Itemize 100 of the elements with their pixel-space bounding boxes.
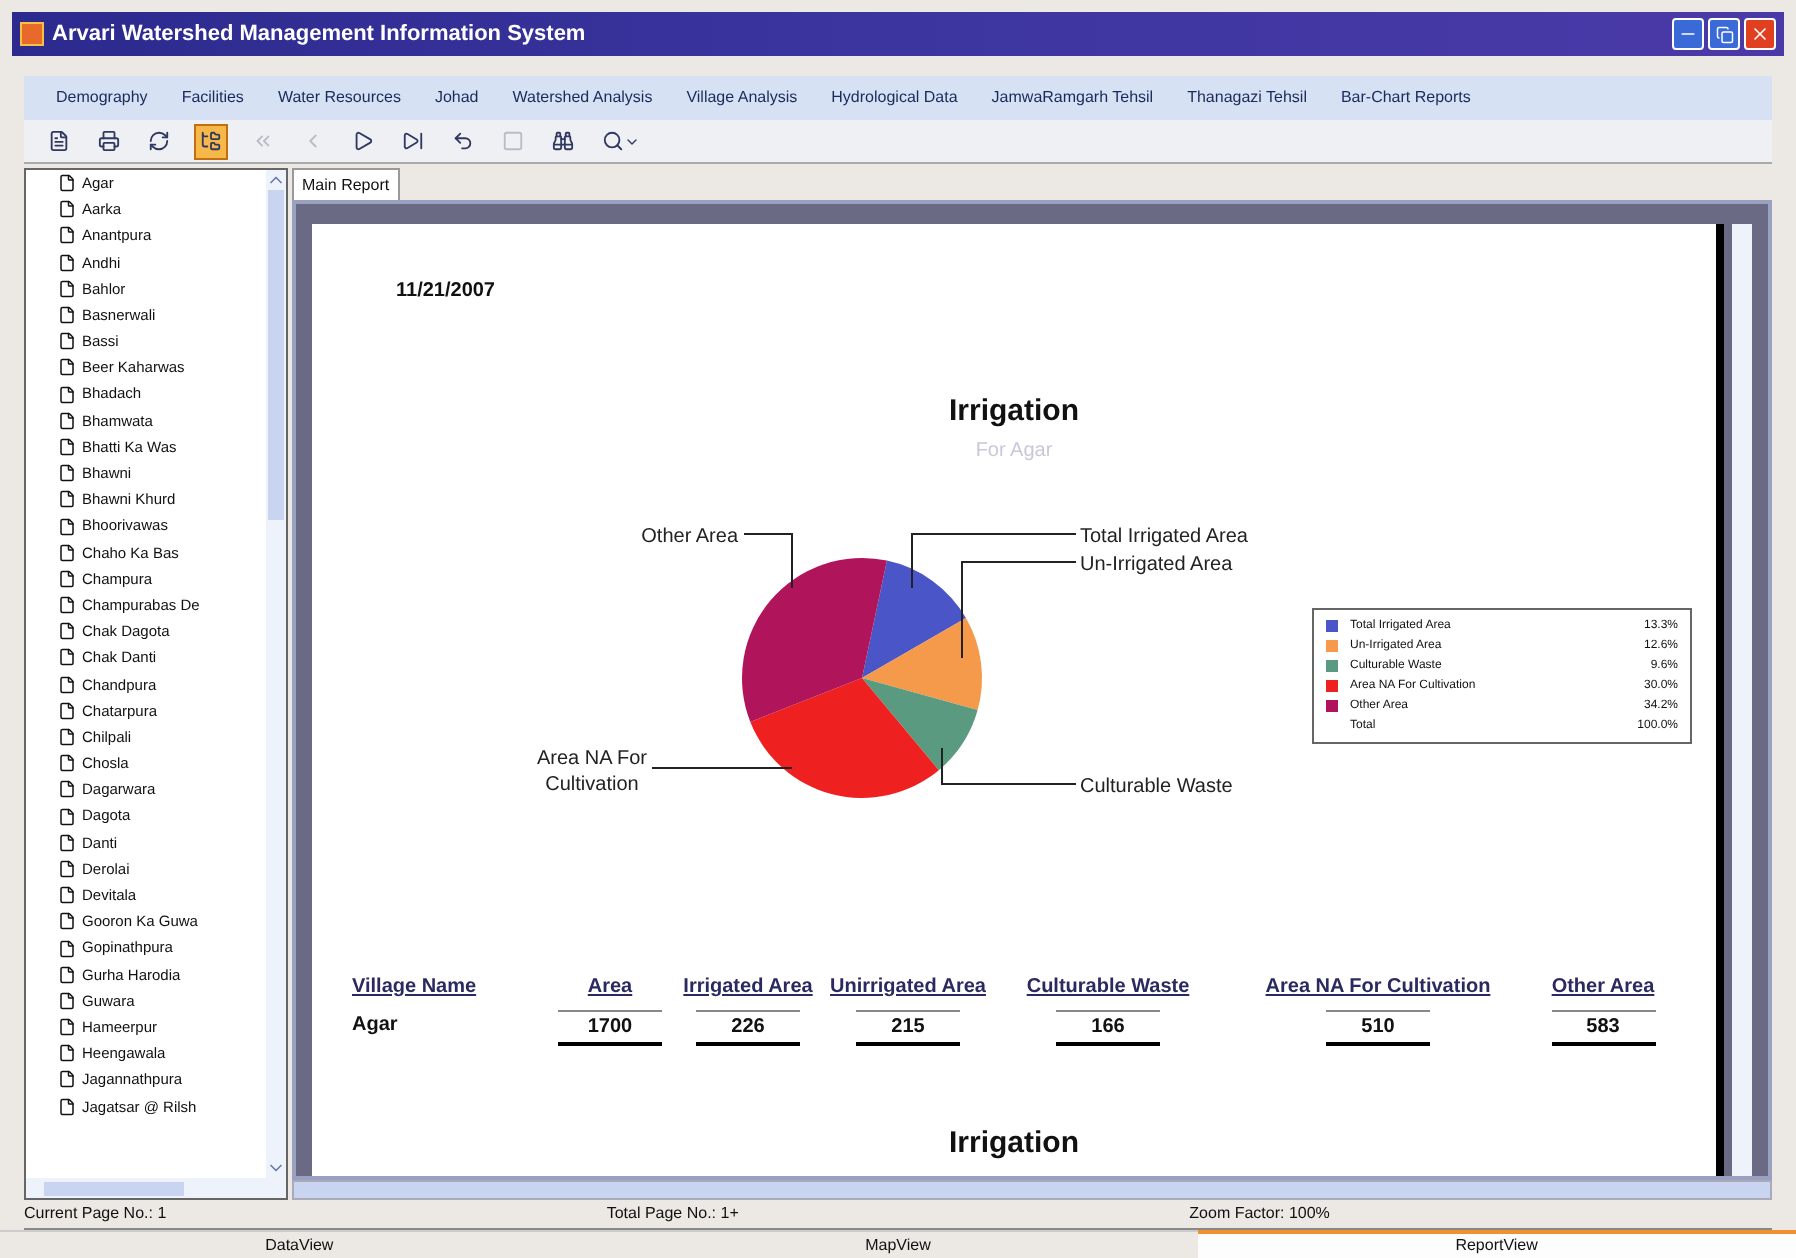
table-cell: 226	[696, 1009, 800, 1045]
column-header: Area NA For Cultivation	[1263, 973, 1493, 1001]
pie-label: Total Irrigated Area	[1080, 525, 1248, 547]
document-icon	[58, 939, 76, 958]
document-icon	[58, 728, 76, 747]
document-icon	[58, 912, 76, 931]
document-icon	[58, 411, 76, 430]
menu-item[interactable]: Hydrological Data	[831, 86, 958, 110]
column-header: Other Area	[1549, 973, 1657, 1001]
menu-item[interactable]: Village Analysis	[686, 86, 798, 110]
document-icon	[58, 1044, 76, 1063]
document-icon	[58, 385, 76, 404]
table-cell-text: Agar	[352, 1011, 398, 1039]
menu-item[interactable]: JamwaRamgarh Tehsil	[991, 86, 1154, 110]
table-cell: 583	[1551, 1009, 1655, 1045]
window-title: Arvari Watershed Management Information System	[52, 19, 586, 50]
leader-line	[743, 532, 793, 588]
next-chart-title: Irrigation	[948, 1123, 1079, 1163]
document-icon	[58, 464, 76, 483]
view-tab[interactable]: ReportView	[1197, 1230, 1796, 1258]
table-cell: 166	[1056, 1009, 1160, 1045]
document-icon	[58, 490, 76, 509]
menu-item[interactable]: Johad	[434, 86, 479, 110]
document-icon	[58, 1070, 76, 1089]
document-icon	[58, 174, 76, 193]
tree-icon	[200, 130, 222, 152]
document-icon	[58, 306, 76, 325]
first-page-icon	[252, 130, 274, 152]
back-icon	[452, 130, 474, 152]
close-button[interactable]	[1744, 18, 1776, 50]
menu-item[interactable]: Thanagazi Tehsil	[1187, 86, 1307, 110]
view-tab[interactable]: MapView	[598, 1230, 1198, 1258]
document-icon	[58, 596, 76, 615]
pie-label: Area NA For Cultivation	[536, 747, 648, 795]
menu-item[interactable]: Facilities	[181, 86, 244, 110]
document-icon	[58, 569, 76, 588]
app-icon	[20, 22, 44, 46]
report-tab[interactable]: Main Report	[292, 168, 400, 200]
document-icon	[58, 780, 76, 799]
document-icon	[58, 859, 76, 878]
document-icon	[58, 701, 76, 720]
document-icon	[58, 279, 76, 298]
document-icon	[58, 253, 76, 272]
tree-button[interactable]	[194, 123, 228, 159]
next-page-icon	[352, 130, 374, 152]
view-tab[interactable]: DataView	[0, 1230, 599, 1258]
document-icon	[58, 675, 76, 694]
zoom-icon	[602, 130, 624, 152]
page-setup-icon	[48, 130, 70, 152]
status-text: Zoom Factor: 100%	[1189, 1202, 1332, 1226]
horizontal-scrollbar[interactable]	[26, 1178, 286, 1198]
document-icon	[58, 1018, 76, 1037]
document-icon	[58, 226, 76, 245]
menu-item[interactable]: Water Resources	[277, 86, 401, 110]
document-icon	[58, 886, 76, 905]
document-icon	[58, 332, 76, 351]
leader-line	[941, 746, 1077, 784]
menu-item[interactable]: Demography	[56, 86, 148, 110]
document-icon	[58, 965, 76, 984]
pie-label: Other Area	[641, 525, 738, 547]
last-page-icon	[402, 130, 424, 152]
document-icon	[58, 807, 76, 826]
column-header: Culturable Waste	[1024, 973, 1192, 1001]
document-icon	[58, 833, 76, 852]
column-header: Area	[585, 973, 635, 1001]
horizontal-scrollbar[interactable]	[292, 1180, 1772, 1200]
document-icon	[58, 648, 76, 667]
pie-label: Un-Irrigated Area	[1080, 553, 1233, 575]
chart-title: Irrigation	[948, 392, 1079, 432]
document-icon	[58, 437, 76, 456]
minimize-button[interactable]	[1672, 18, 1704, 50]
document-icon	[58, 200, 76, 219]
table-cell: 215	[856, 1009, 960, 1045]
stop-icon	[502, 130, 524, 152]
table-cell: 1700	[558, 1009, 662, 1045]
document-icon	[58, 754, 76, 773]
find-icon	[552, 130, 574, 152]
document-icon	[58, 543, 76, 562]
report-date: 11/21/2007	[396, 278, 497, 306]
column-header: Village Name	[352, 973, 479, 1001]
column-header: Irrigated Area	[681, 973, 815, 1001]
status-text: Total Page No.: 1+	[606, 1202, 741, 1226]
close-icon	[1750, 24, 1770, 44]
document-icon	[58, 1097, 76, 1116]
restore-icon	[1715, 25, 1733, 43]
document-icon	[58, 991, 76, 1010]
leader-line	[651, 766, 793, 768]
column-header: Unirrigated Area	[828, 973, 988, 1001]
vertical-scrollbar[interactable]	[1732, 224, 1752, 1176]
vertical-scrollbar[interactable]	[266, 170, 286, 1178]
menu-item[interactable]: Bar-Chart Reports	[1340, 86, 1471, 110]
pie-label: Culturable Waste	[1080, 775, 1233, 797]
document-icon	[58, 358, 76, 377]
table-cell: 510	[1326, 1009, 1430, 1045]
status-text: Current Page No.: 1	[24, 1202, 169, 1226]
document-icon	[58, 517, 76, 536]
restore-button[interactable]	[1708, 18, 1740, 50]
refresh-icon	[148, 130, 170, 152]
document-icon	[58, 622, 76, 641]
menu-item[interactable]: Watershed Analysis	[512, 86, 653, 110]
